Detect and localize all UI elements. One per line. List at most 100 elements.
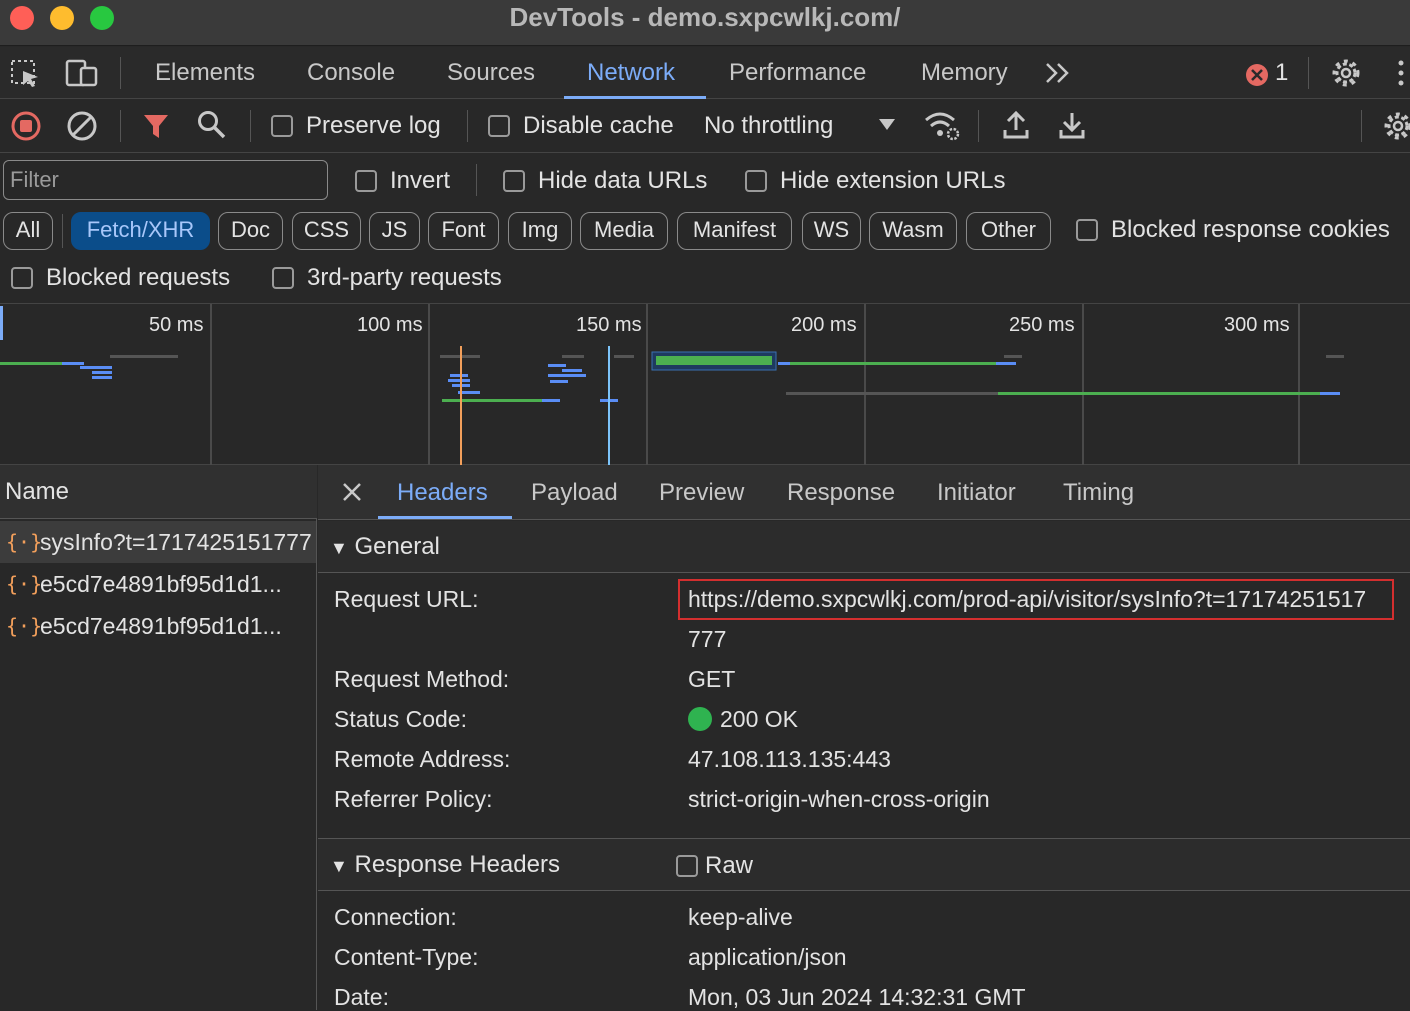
request-row[interactable]: {·} sysInfo?t=1717425151777 [0, 521, 316, 563]
timeline-bars [0, 346, 1344, 466]
general-section-header[interactable]: ▼ General [318, 521, 1410, 573]
clear-icon[interactable] [66, 110, 98, 142]
name-column-header[interactable]: Name [0, 465, 317, 519]
separator [120, 57, 121, 89]
date-label: Date: [334, 984, 389, 1010]
blocked-requests-checkbox[interactable] [11, 267, 33, 289]
hide-extension-urls-checkbox[interactable] [745, 170, 767, 192]
referrer-policy-label: Referrer Policy: [334, 786, 493, 812]
export-har-download-icon[interactable] [1058, 110, 1086, 140]
request-url-value[interactable]: https://demo.sxpcwlkj.com/prod-api/visit… [688, 586, 1366, 612]
tab-console[interactable]: Console [307, 47, 395, 99]
device-toolbar-icon[interactable] [64, 59, 100, 89]
tab-memory[interactable]: Memory [921, 47, 1008, 99]
settings-gear-icon[interactable] [1330, 57, 1362, 89]
referrer-policy-value[interactable]: strict-origin-when-cross-origin [688, 786, 990, 813]
active-tab-indicator [378, 516, 512, 519]
date-value[interactable]: Mon, 03 Jun 2024 14:32:31 GMT [688, 984, 1026, 1011]
separator [978, 110, 979, 142]
response-headers-title: Response Headers [354, 851, 560, 878]
type-filter-doc[interactable]: Doc [218, 212, 283, 250]
filter-funnel-icon[interactable] [142, 112, 170, 140]
request-name: sysInfo?t=1717425151777 [40, 529, 312, 555]
throttling-select[interactable]: No throttling [704, 112, 833, 140]
status-code-label: Status Code: [334, 706, 467, 732]
status-code-value[interactable]: 200 OK [720, 706, 798, 733]
type-filter-other[interactable]: Other [966, 212, 1051, 250]
tab-sources[interactable]: Sources [447, 47, 535, 99]
network-settings-gear-icon[interactable] [1382, 110, 1410, 142]
error-count[interactable]: 1 [1275, 59, 1288, 87]
disable-cache-checkbox[interactable] [488, 115, 510, 137]
request-url-label: Request URL: [334, 586, 479, 612]
error-icon[interactable] [1245, 63, 1269, 87]
type-filter-ws[interactable]: WS [802, 212, 861, 250]
blocked-response-cookies-checkbox[interactable] [1076, 219, 1098, 241]
type-filter-img[interactable]: Img [508, 212, 572, 250]
type-filter-manifest[interactable]: Manifest [677, 212, 792, 250]
tab-response[interactable]: Response [787, 465, 895, 520]
preserve-log-checkbox[interactable] [271, 115, 293, 137]
tab-payload[interactable]: Payload [531, 465, 618, 520]
stop-recording-icon[interactable] [10, 110, 42, 142]
type-filter-media[interactable]: Media [580, 212, 668, 250]
type-filter-fetch-xhr[interactable]: Fetch/XHR [71, 212, 210, 250]
connection-label: Connection: [334, 904, 457, 930]
hide-data-urls-label: Hide data URLs [538, 167, 708, 194]
separator [62, 214, 63, 248]
filter-input[interactable] [3, 160, 328, 200]
inspect-element-icon[interactable] [10, 59, 42, 89]
type-filter-font[interactable]: Font [428, 212, 499, 250]
request-row[interactable]: {·} e5cd7e4891bf95d1d1... [0, 563, 316, 605]
request-method-value[interactable]: GET [688, 666, 735, 693]
xhr-icon: {·} [6, 614, 43, 638]
preserve-log-label: Preserve log [306, 112, 441, 139]
network-conditions-icon[interactable] [924, 110, 962, 142]
hide-extension-urls-label: Hide extension URLs [780, 167, 1006, 194]
tab-elements[interactable]: Elements [155, 47, 255, 99]
type-filter-css[interactable]: CSS [292, 212, 361, 250]
status-ok-dot-icon [688, 707, 712, 731]
general-title: General [354, 533, 440, 560]
remote-address-value[interactable]: 47.108.113.135:443 [688, 746, 891, 773]
type-filter-wasm[interactable]: Wasm [869, 212, 957, 250]
response-headers-section-header[interactable]: ▼ Response Headers [318, 839, 1410, 891]
raw-checkbox[interactable] [676, 855, 698, 877]
window-title: DevTools - demo.sxpcwlkj.com/ [509, 2, 901, 32]
tab-initiator[interactable]: Initiator [937, 465, 1016, 520]
separator [1361, 110, 1362, 142]
tab-network[interactable]: Network [587, 47, 675, 99]
dropdown-arrow-icon[interactable] [878, 118, 896, 132]
tab-timing[interactable]: Timing [1063, 465, 1134, 520]
connection-value[interactable]: keep-alive [688, 904, 793, 931]
network-overview-timeline[interactable]: 50 ms 100 ms 150 ms 200 ms 250 ms 300 ms [0, 303, 1410, 466]
search-icon[interactable] [197, 110, 227, 140]
type-filter-js[interactable]: JS [369, 212, 420, 250]
invert-checkbox[interactable] [355, 170, 377, 192]
request-bars [0, 351, 1344, 402]
title-bar: DevTools - demo.sxpcwlkj.com/ [0, 0, 1410, 46]
separator [476, 164, 477, 196]
hide-data-urls-checkbox[interactable] [503, 170, 525, 192]
more-tabs-chevron-icon[interactable] [1044, 61, 1074, 85]
type-filter-all[interactable]: All [3, 212, 53, 250]
dom-content-loaded-marker [460, 346, 462, 466]
invert-label: Invert [390, 167, 451, 194]
detail-tab-bar: Headers Payload Preview Response Initiat… [318, 465, 1410, 520]
request-method-label: Request Method: [334, 666, 510, 692]
tab-performance[interactable]: Performance [729, 47, 866, 99]
more-options-icon[interactable] [1396, 59, 1406, 89]
request-row[interactable]: {·} e5cd7e4891bf95d1d1... [0, 605, 316, 647]
tab-headers[interactable]: Headers [397, 465, 488, 520]
disable-cache-label: Disable cache [523, 112, 674, 139]
content-type-label: Content-Type: [334, 944, 479, 970]
tab-preview[interactable]: Preview [659, 465, 744, 520]
collapse-triangle-icon: ▼ [330, 538, 348, 558]
close-detail-icon[interactable] [342, 482, 362, 502]
load-event-marker [608, 346, 610, 466]
request-url-continuation[interactable]: 777 [688, 626, 726, 653]
third-party-requests-checkbox[interactable] [272, 267, 294, 289]
separator [467, 110, 468, 142]
content-type-value[interactable]: application/json [688, 944, 847, 971]
import-har-upload-icon[interactable] [1002, 110, 1030, 140]
